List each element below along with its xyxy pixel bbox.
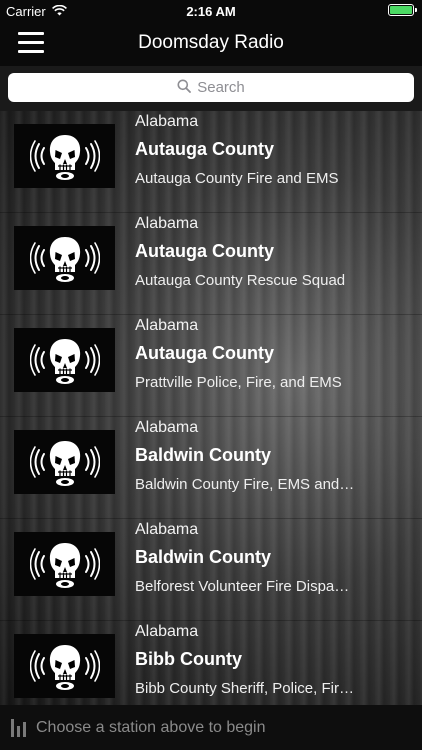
status-bar: Carrier 2:16 AM (0, 0, 422, 22)
equalizer-icon (11, 718, 26, 737)
navigation-bar: Doomsday Radio (0, 22, 422, 66)
station-row[interactable]: Alabama Autauga County Prattville Police… (0, 315, 422, 417)
station-row[interactable]: Alabama Baldwin County Baldwin County Fi… (0, 417, 422, 519)
station-state: Alabama (135, 623, 199, 640)
station-county: Autauga County (135, 241, 274, 261)
station-county: Baldwin County (135, 547, 271, 567)
station-name: Baldwin County Fire, EMS and… (135, 476, 355, 493)
station-name: Prattville Police, Fire, and EMS (135, 374, 342, 391)
station-row[interactable]: Alabama Bibb County Bibb County Sheriff,… (0, 621, 422, 705)
skull-radio-icon (14, 124, 115, 188)
search-bar-container: Search (0, 66, 422, 111)
player-bar[interactable]: Choose a station above to begin (0, 705, 422, 750)
station-name: Autauga County Rescue Squad (135, 272, 346, 289)
skull-radio-icon (14, 328, 115, 392)
station-state: Alabama (135, 521, 199, 538)
station-county: Autauga County (135, 139, 274, 159)
search-input[interactable]: Search (8, 73, 414, 102)
battery-level (390, 6, 412, 14)
skull-radio-icon (14, 532, 115, 596)
station-name: Autauga County Fire and EMS (135, 170, 339, 187)
skull-radio-icon (14, 430, 115, 494)
station-county: Bibb County (135, 649, 242, 669)
station-state: Alabama (135, 419, 199, 436)
station-county: Baldwin County (135, 445, 271, 465)
station-state: Alabama (135, 113, 199, 130)
skull-radio-icon (14, 634, 115, 698)
station-name: Bibb County Sheriff, Police, Fir… (135, 680, 354, 697)
battery-icon (388, 4, 417, 16)
search-placeholder: Search (197, 79, 245, 96)
search-icon (177, 79, 192, 97)
station-state: Alabama (135, 215, 199, 232)
status-time: 2:16 AM (186, 4, 236, 19)
station-row[interactable]: Alabama Autauga County Autauga County Re… (0, 213, 422, 315)
player-prompt: Choose a station above to begin (36, 718, 266, 736)
skull-radio-icon (14, 226, 115, 290)
station-county: Autauga County (135, 343, 274, 363)
station-row[interactable]: Alabama Baldwin County Belforest Volunte… (0, 519, 422, 621)
status-right (388, 4, 417, 16)
station-name: Belforest Volunteer Fire Dispa… (135, 578, 350, 595)
page-title: Doomsday Radio (138, 32, 284, 53)
station-state: Alabama (135, 317, 199, 334)
station-list[interactable]: Alabama Autauga County Autauga County Fi… (0, 111, 422, 705)
station-row[interactable]: Alabama Autauga County Autauga County Fi… (0, 111, 422, 213)
